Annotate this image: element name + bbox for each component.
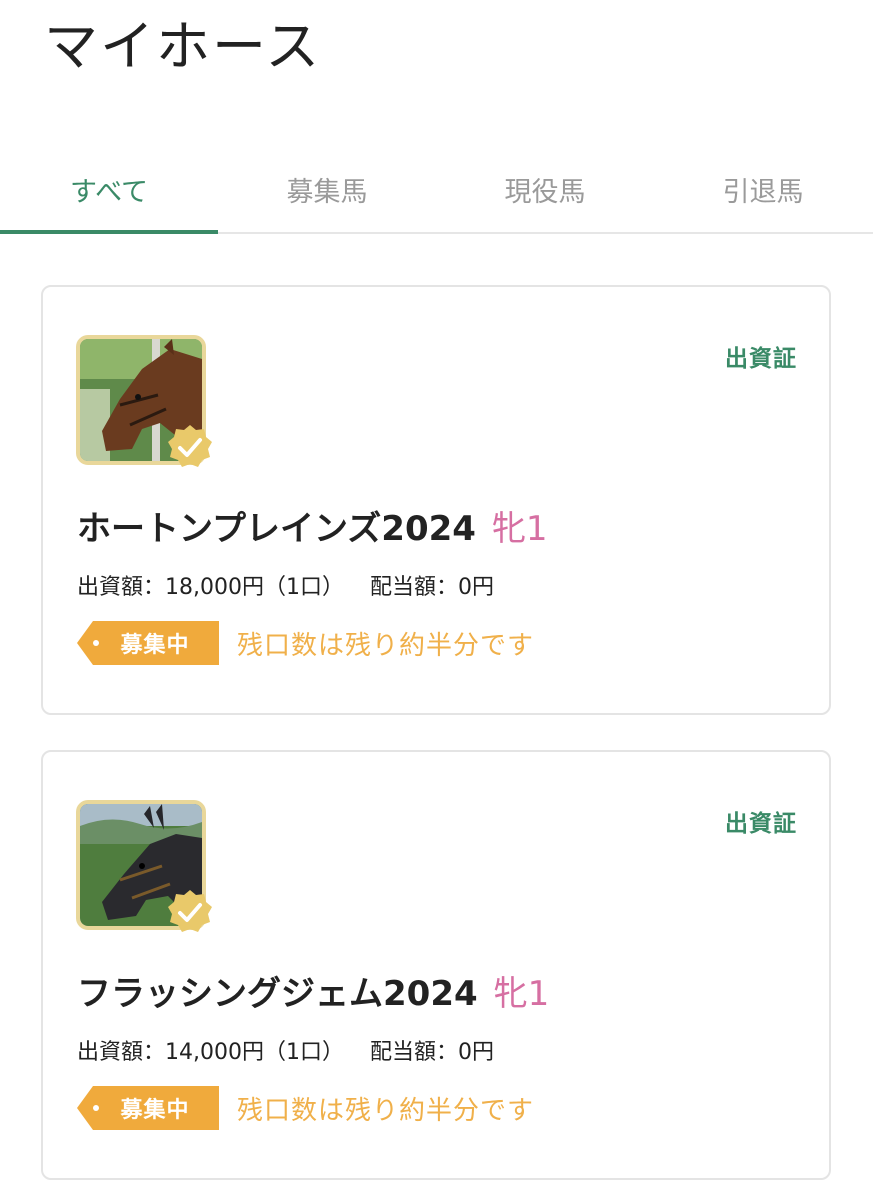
- horse-card[interactable]: 出資証 ホートンプレインズ2024 牝1 出資額：18,000円（1口） 配当額：0…: [41, 285, 831, 715]
- horse-name-text: ホートンプレインズ2024: [77, 509, 476, 549]
- tab-retired[interactable]: 引退馬: [654, 160, 872, 232]
- dividend-amount: 配当額：0円: [369, 575, 494, 600]
- investment-amount: 出資額：18,000円（1口）: [77, 575, 344, 600]
- tag-hole-icon: [93, 1105, 99, 1111]
- investment-info: 出資額：14,000円（1口） 配当額：0円: [77, 1034, 494, 1066]
- status-row: 募集中 残口数は残り約半分です: [77, 621, 534, 665]
- status-badge: 募集中: [77, 621, 219, 665]
- verified-check-icon: [168, 425, 212, 467]
- status-badge: 募集中: [77, 1086, 219, 1130]
- dividend-amount: 配当額：0円: [369, 1040, 494, 1065]
- status-label: 募集中: [120, 1098, 190, 1123]
- tag-hole-icon: [93, 640, 99, 646]
- sex-age-label: 牝1: [493, 974, 550, 1014]
- sex-age-label: 牝1: [491, 509, 548, 549]
- certificate-link[interactable]: 出資証: [725, 804, 797, 838]
- tab-active[interactable]: 現役馬: [436, 160, 654, 232]
- page-title: マイホース: [44, 15, 322, 78]
- tab-all[interactable]: すべて: [0, 160, 218, 234]
- horse-card[interactable]: 出資証 フラッシングジェム2024 牝1 出資額：14,000円（1口） 配当額：0…: [41, 750, 831, 1180]
- certificate-link[interactable]: 出資証: [725, 339, 797, 373]
- investment-info: 出資額：18,000円（1口） 配当額：0円: [77, 569, 494, 601]
- verified-check-icon: [168, 890, 212, 932]
- investment-amount: 出資額：14,000円（1口）: [77, 1040, 344, 1065]
- tab-recruiting[interactable]: 募集馬: [218, 160, 436, 232]
- horse-name[interactable]: ホートンプレインズ2024 牝1: [77, 501, 548, 550]
- status-row: 募集中 残口数は残り約半分です: [77, 1086, 534, 1130]
- tab-bar: すべて 募集馬 現役馬 引退馬: [0, 160, 873, 234]
- status-label: 募集中: [120, 633, 190, 658]
- remaining-shares-text: 残口数は残り約半分です: [237, 1095, 535, 1126]
- remaining-shares-text: 残口数は残り約半分です: [237, 630, 535, 661]
- horse-name[interactable]: フラッシングジェム2024 牝1: [77, 966, 549, 1015]
- horse-name-text: フラッシングジェム2024: [77, 974, 478, 1014]
